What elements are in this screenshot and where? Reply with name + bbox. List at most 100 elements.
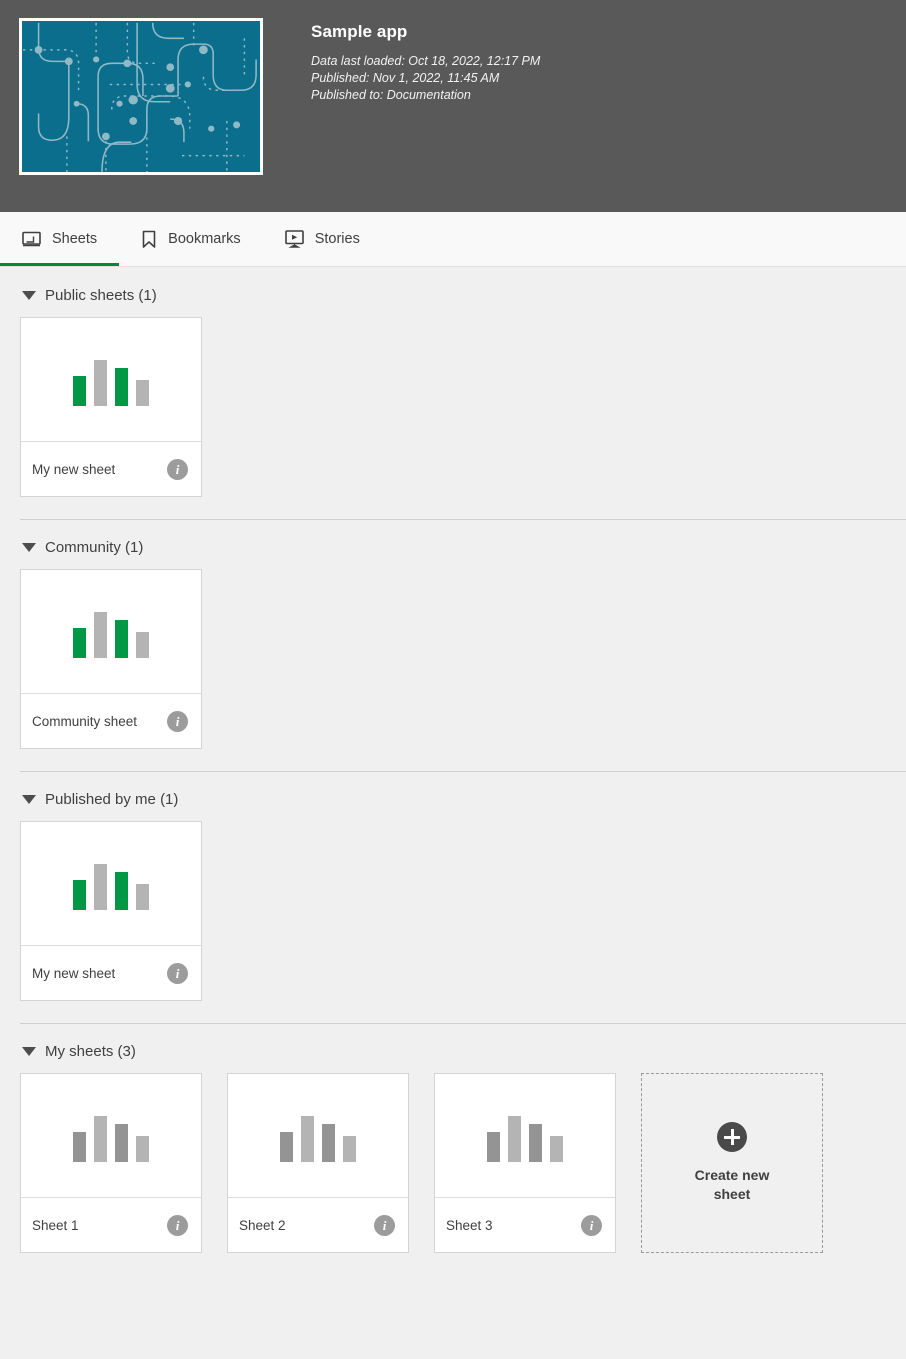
mini-bar-3	[529, 1123, 542, 1162]
tab-stories[interactable]: Stories	[263, 212, 382, 266]
section-header[interactable]: Public sheets (1)	[0, 267, 906, 317]
mini-bar-2	[94, 863, 107, 910]
tab-sheets-label: Sheets	[52, 231, 98, 247]
info-icon[interactable]: i	[167, 962, 188, 984]
chevron-down-icon[interactable]	[22, 291, 36, 300]
app-header: Sample app Data last loaded: Oct 18, 202…	[0, 0, 906, 212]
mini-bar-3	[115, 871, 128, 910]
section-header[interactable]: Community (1)	[0, 519, 906, 569]
sheet-card[interactable]: Community sheet i	[20, 569, 202, 749]
mini-bar-4	[136, 1135, 149, 1162]
sheet-name: Sheet 2	[239, 1217, 286, 1233]
section-title: Community (1)	[45, 539, 144, 556]
mini-bar-4	[550, 1135, 563, 1162]
chevron-down-icon[interactable]	[22, 543, 36, 552]
sheet-name: Sheet 3	[446, 1217, 493, 1233]
mini-bar-1	[280, 1131, 293, 1162]
tab-bookmarks[interactable]: Bookmarks	[119, 212, 263, 266]
sheet-name: My new sheet	[32, 965, 116, 981]
mini-bar-1	[73, 375, 86, 406]
sheet-card-footer: Sheet 1 i	[21, 1198, 201, 1252]
app-meta-published-to: Published to: Documentation	[311, 88, 471, 102]
bar-chart-icon	[487, 1110, 563, 1162]
sheet-thumbnail[interactable]	[21, 822, 201, 946]
create-new-sheet-button[interactable]: Create new sheet	[641, 1073, 823, 1253]
mini-bar-4	[136, 883, 149, 910]
info-icon[interactable]: i	[167, 710, 188, 732]
sheet-card-footer: My new sheet i	[21, 946, 201, 1000]
sheet-card-row: My new sheet i	[0, 821, 906, 1023]
mini-bar-3	[322, 1123, 335, 1162]
mini-bar-1	[487, 1131, 500, 1162]
tab-sheets[interactable]: Sheets	[0, 212, 120, 266]
info-icon[interactable]: i	[167, 458, 188, 480]
chevron-down-icon[interactable]	[22, 1047, 36, 1056]
app-meta-published: Published: Nov 1, 2022, 11:45 AM	[311, 71, 500, 85]
bar-chart-icon	[73, 1110, 149, 1162]
sheet-section: Community (1) Community sheet i	[0, 519, 906, 771]
app-thumbnail-pattern	[22, 21, 260, 172]
sheet-thumbnail[interactable]	[21, 570, 201, 694]
section-header[interactable]: Published by me (1)	[0, 771, 906, 821]
create-new-sheet-label: Create new sheet	[694, 1167, 770, 1202]
sheet-card-footer: Sheet 2 i	[228, 1198, 408, 1252]
mini-bar-1	[73, 879, 86, 910]
chevron-down-icon[interactable]	[22, 795, 36, 804]
sheet-section: Public sheets (1) My new sheet i	[0, 267, 906, 519]
sheet-card-footer: My new sheet i	[21, 442, 201, 496]
sheet-card[interactable]: Sheet 2 i	[227, 1073, 409, 1253]
mini-bar-4	[343, 1135, 356, 1162]
section-divider	[20, 519, 906, 520]
app-meta-data-last-loaded: Data last loaded: Oct 18, 2022, 12:17 PM	[311, 54, 541, 68]
sheet-section: Published by me (1) My new sheet i	[0, 771, 906, 1023]
info-icon[interactable]: i	[581, 1214, 602, 1236]
mini-bar-3	[115, 1123, 128, 1162]
sheet-thumbnail[interactable]	[435, 1074, 615, 1198]
mini-bar-1	[73, 627, 86, 658]
sheet-thumbnail[interactable]	[21, 1074, 201, 1198]
mini-bar-2	[301, 1115, 314, 1162]
sheet-name: Community sheet	[32, 713, 138, 729]
mini-bar-2	[508, 1115, 521, 1162]
sheet-card[interactable]: My new sheet i	[20, 821, 202, 1001]
sheet-card[interactable]: Sheet 1 i	[20, 1073, 202, 1253]
info-icon[interactable]: i	[374, 1214, 395, 1236]
section-divider	[20, 1023, 906, 1024]
bookmark-icon	[141, 230, 157, 249]
app-title: Sample app	[311, 22, 408, 41]
mini-bar-1	[73, 1131, 86, 1162]
info-icon[interactable]: i	[167, 1214, 188, 1236]
sheets-content: Public sheets (1) My new sheet i Community …	[0, 267, 906, 1275]
bar-chart-icon	[73, 858, 149, 910]
section-title: Published by me (1)	[45, 791, 179, 808]
tab-stories-label: Stories	[314, 231, 360, 247]
tab-bookmarks-label: Bookmarks	[168, 231, 241, 247]
sheet-thumbnail[interactable]	[21, 318, 201, 442]
section-header[interactable]: My sheets (3)	[0, 1023, 906, 1073]
bar-chart-icon	[73, 606, 149, 658]
sheet-icon	[22, 231, 41, 248]
mini-bar-3	[115, 367, 128, 406]
app-info: Sample app Data last loaded: Oct 18, 202…	[311, 18, 540, 104]
sheet-card[interactable]: Sheet 3 i	[434, 1073, 616, 1253]
mini-bar-2	[94, 359, 107, 406]
mini-bar-3	[115, 619, 128, 658]
sheet-card[interactable]: My new sheet i	[20, 317, 202, 497]
sheet-card-row: Community sheet i	[0, 569, 906, 771]
app-thumbnail[interactable]	[19, 18, 263, 175]
section-divider	[20, 771, 906, 772]
sheet-card-row: Sheet 1 i Sheet 2 i Sheet 3 i Create new sheet	[0, 1073, 906, 1275]
sheet-section: My sheets (3) Sheet 1 i Sheet 2 i Sheet 3 i Cre…	[0, 1023, 906, 1275]
tabbar: Sheets Bookmarks Stories	[0, 212, 906, 267]
mini-bar-2	[94, 611, 107, 658]
sheet-card-footer: Community sheet i	[21, 694, 201, 748]
section-title: Public sheets (1)	[45, 287, 157, 304]
mini-bar-4	[136, 631, 149, 658]
mini-bar-4	[136, 379, 149, 406]
sheet-card-row: My new sheet i	[0, 317, 906, 519]
bar-chart-icon	[73, 354, 149, 406]
sheet-card-footer: Sheet 3 i	[435, 1198, 615, 1252]
plus-icon	[717, 1122, 747, 1152]
sheet-thumbnail[interactable]	[228, 1074, 408, 1198]
story-icon	[284, 230, 304, 248]
